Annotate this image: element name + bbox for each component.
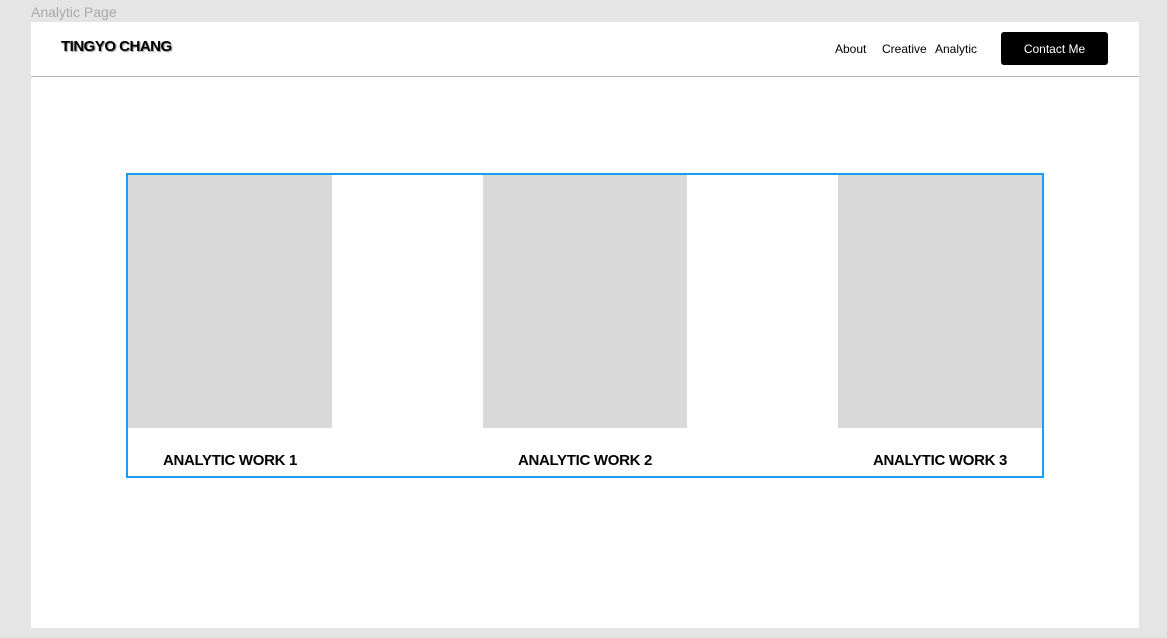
nav-link-creative[interactable]: Creative bbox=[882, 42, 927, 56]
nav-link-analytic[interactable]: Analytic bbox=[935, 42, 977, 56]
frame-label: Analytic Page bbox=[31, 4, 117, 20]
brand-logo[interactable]: TINGYO CHANG bbox=[61, 38, 172, 55]
work-card[interactable]: ANALYTIC WORK 1 bbox=[128, 175, 332, 469]
work-title[interactable]: ANALYTIC WORK 1 bbox=[128, 452, 332, 469]
work-title[interactable]: ANALYTIC WORK 2 bbox=[483, 452, 687, 469]
work-title[interactable]: ANALYTIC WORK 3 bbox=[838, 452, 1042, 469]
navbar: TINGYO CHANG About Creative Analytic Con… bbox=[31, 22, 1139, 77]
analytic-works-section: ANALYTIC WORK 1 ANALYTIC WORK 2 ANALYTIC… bbox=[126, 173, 1044, 478]
work-card[interactable]: ANALYTIC WORK 3 bbox=[838, 175, 1042, 469]
work-card[interactable]: ANALYTIC WORK 2 bbox=[483, 175, 687, 469]
work-thumbnail[interactable] bbox=[483, 175, 687, 428]
analytic-page: TINGYO CHANG About Creative Analytic Con… bbox=[31, 22, 1139, 628]
work-thumbnail[interactable] bbox=[838, 175, 1042, 428]
contact-me-button[interactable]: Contact Me bbox=[1001, 32, 1108, 65]
nav-link-about[interactable]: About bbox=[835, 42, 866, 56]
work-thumbnail[interactable] bbox=[128, 175, 332, 428]
